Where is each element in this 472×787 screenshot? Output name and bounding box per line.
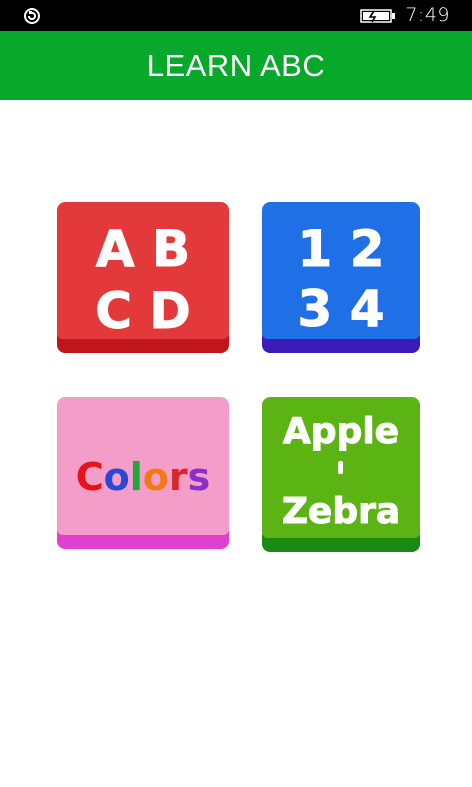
tile-numbers-row-2: 3 4 <box>298 280 385 338</box>
app-header: LEARN ABC <box>0 31 472 100</box>
tile-colors-word: Colors <box>76 455 211 499</box>
tile-colors-art: Colors <box>76 455 211 499</box>
app-title: LEARN ABC <box>146 48 326 83</box>
tile-numbers-row-1: 1 2 <box>298 220 385 278</box>
tile-abcd-row-1: A B <box>96 220 190 278</box>
tile-abcd-row-2: C D <box>95 282 191 340</box>
colors-letter-4: o <box>143 455 169 499</box>
sync-icon <box>24 8 40 24</box>
battery-charging-icon <box>360 9 395 23</box>
colors-letter-1: C <box>76 455 104 499</box>
status-bar: 7:49 <box>0 0 472 31</box>
clock: 7:49 <box>405 4 450 26</box>
tile-abcd[interactable]: A B C D <box>57 202 229 353</box>
tile-apple-zebra-row-2: Zebra <box>282 491 400 532</box>
tile-apple-zebra-art: Apple Zebra <box>281 411 400 533</box>
tile-apple-zebra-divider <box>338 461 343 474</box>
colors-letter-2: o <box>104 455 130 499</box>
colors-letter-6: s <box>188 455 211 499</box>
tile-apple-zebra[interactable]: Apple Zebra <box>262 397 420 552</box>
tile-numbers-art: 1 2 3 4 <box>297 220 385 339</box>
colors-letter-5: r <box>169 455 188 499</box>
tile-abcd-art: A B C D <box>95 220 192 341</box>
tile-apple-zebra-row-1: Apple <box>283 411 399 452</box>
tile-numbers[interactable]: 1 2 3 4 <box>262 202 420 353</box>
colors-letter-3: l <box>130 455 143 499</box>
tile-colors[interactable]: Colors <box>57 397 229 549</box>
